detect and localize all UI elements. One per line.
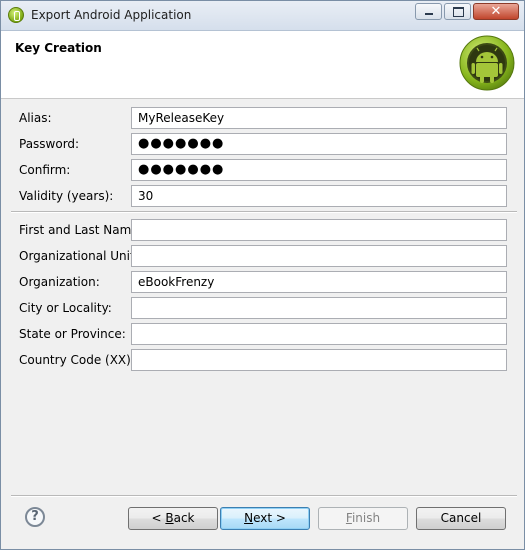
organization-field[interactable]: eBookFrenzy	[131, 271, 507, 293]
state-province-label: State or Province:	[19, 327, 126, 341]
cancel-button[interactable]: Cancel	[416, 507, 506, 530]
validity-row: Validity (years): 30	[1, 185, 524, 207]
confirm-row: Confirm: ●●●●●●●	[1, 159, 524, 181]
next-button[interactable]: Next >	[220, 507, 310, 530]
organization-label: Organization:	[19, 275, 100, 289]
alias-field[interactable]: MyReleaseKey	[131, 107, 507, 129]
finish-label-rest: inish	[351, 511, 381, 525]
form-separator	[11, 211, 517, 213]
back-prefix: <	[151, 511, 166, 525]
minimize-button[interactable]	[415, 3, 442, 20]
country-code-row: Country Code (XX):	[1, 349, 524, 371]
minimize-icon	[425, 13, 433, 15]
country-code-field[interactable]	[131, 349, 507, 371]
first-last-name-label: First and Last Name:	[19, 223, 143, 237]
maximize-button[interactable]	[444, 3, 471, 20]
confirm-label: Confirm:	[19, 163, 71, 177]
city-locality-label: City or Locality:	[19, 301, 112, 315]
organizational-unit-label: Organizational Unit:	[19, 249, 139, 263]
page-title: Key Creation	[15, 41, 102, 55]
password-label: Password:	[19, 137, 80, 151]
first-last-name-field[interactable]	[131, 219, 507, 241]
alias-label: Alias:	[19, 111, 52, 125]
next-label-rest: ext >	[253, 511, 286, 525]
close-icon: ✕	[490, 4, 502, 19]
organizational-unit-row: Organizational Unit:	[1, 245, 524, 267]
next-mnemonic: N	[244, 511, 254, 525]
city-locality-row: City or Locality:	[1, 297, 524, 319]
title-bar[interactable]: Export Android Application ✕	[1, 1, 524, 31]
organization-row: Organization: eBookFrenzy	[1, 271, 524, 293]
first-last-name-row: First and Last Name:	[1, 219, 524, 241]
validity-label: Validity (years):	[19, 189, 114, 203]
organizational-unit-field[interactable]	[131, 245, 507, 267]
app-icon	[8, 7, 24, 23]
back-button[interactable]: < Back	[128, 507, 218, 530]
country-code-label: Country Code (XX):	[19, 353, 135, 367]
help-icon[interactable]: ?	[25, 507, 45, 527]
export-dialog-window: Export Android Application ✕ Key Creatio…	[0, 0, 525, 550]
finish-button[interactable]: Finish	[318, 507, 408, 530]
footer-separator	[11, 495, 517, 497]
wizard-header: Key Creation	[1, 31, 524, 99]
close-button[interactable]: ✕	[473, 3, 519, 20]
password-field[interactable]: ●●●●●●●	[131, 133, 507, 155]
back-label-rest: ack	[173, 511, 195, 525]
state-province-field[interactable]	[131, 323, 507, 345]
maximize-icon	[453, 7, 464, 17]
city-locality-field[interactable]	[131, 297, 507, 319]
state-province-row: State or Province:	[1, 323, 524, 345]
confirm-field[interactable]: ●●●●●●●	[131, 159, 507, 181]
alias-row: Alias: MyReleaseKey	[1, 107, 524, 129]
back-mnemonic: B	[165, 511, 174, 525]
android-logo-icon	[459, 35, 515, 91]
window-title: Export Android Application	[31, 8, 192, 22]
validity-field[interactable]: 30	[131, 185, 507, 207]
password-row: Password: ●●●●●●●	[1, 133, 524, 155]
